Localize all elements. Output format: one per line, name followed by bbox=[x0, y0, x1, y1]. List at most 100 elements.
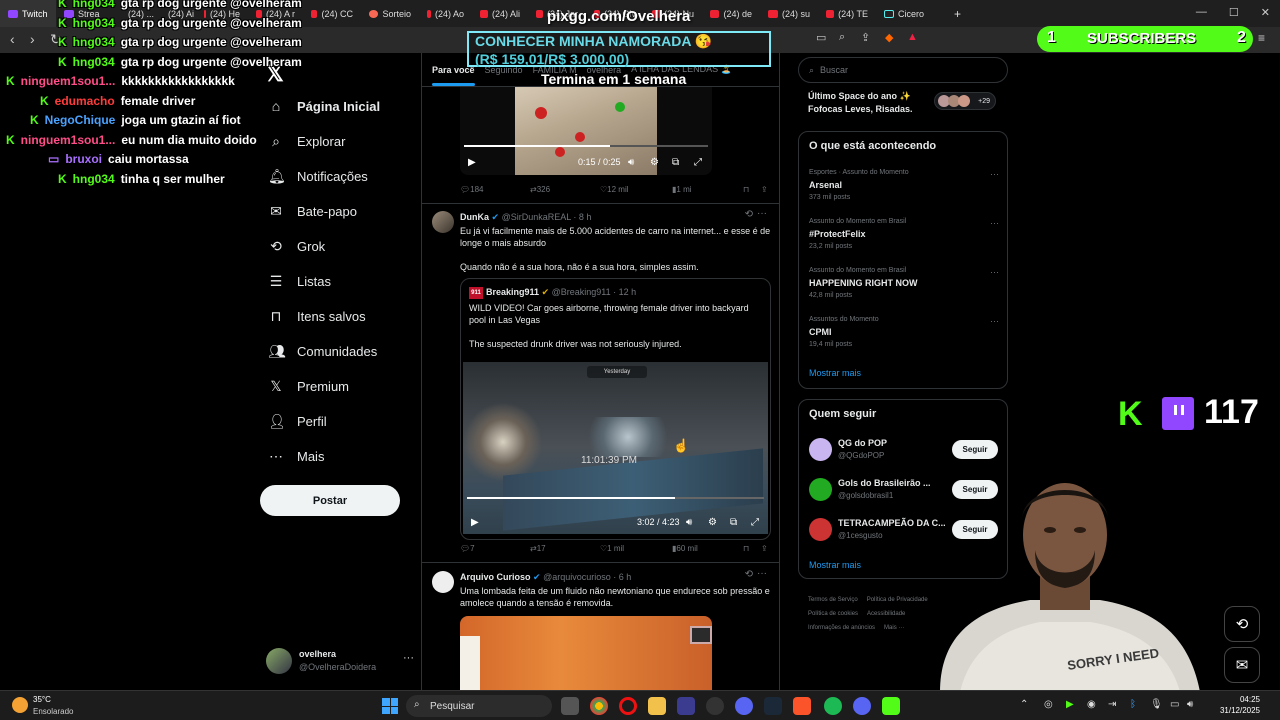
volume-icon[interactable]: 🔊︎ bbox=[628, 157, 634, 168]
settings-icon[interactable]: ⚙ bbox=[708, 517, 717, 528]
nav-item-x[interactable]: 𝕏 Premium bbox=[268, 378, 349, 395]
volume-icon[interactable]: 🔊︎ bbox=[1187, 699, 1193, 710]
close-button[interactable]: ✕ bbox=[1261, 6, 1270, 19]
folder-icon[interactable] bbox=[648, 697, 666, 715]
volume-icon[interactable]: 🔊︎ bbox=[686, 517, 692, 528]
nav-item-people[interactable]: 👥︎ Comunidades bbox=[268, 343, 377, 360]
bluetooth-icon[interactable]: ᛒ bbox=[1130, 699, 1136, 710]
video-player[interactable]: Yesterday 11:01:39 PM ☝ ▶ 3:02 / 4:23 🔊︎… bbox=[463, 362, 768, 534]
more-icon[interactable]: ··· bbox=[990, 218, 999, 228]
more-icon[interactable]: ··· bbox=[990, 267, 999, 277]
trend-item[interactable]: Esportes · Assunto do Momento Arsenal 373 … bbox=[809, 169, 999, 201]
play-icon[interactable]: ▶ bbox=[468, 157, 476, 168]
retweet-button[interactable]: ⇄ 17 bbox=[530, 544, 546, 553]
browser-tab[interactable]: (24) de bbox=[702, 0, 760, 27]
nav-item-bookmark[interactable]: ⊓ Itens salvos bbox=[268, 308, 366, 325]
tray-icon[interactable]: ◉ bbox=[1087, 699, 1096, 710]
tray-icon[interactable]: ◎ bbox=[1044, 699, 1053, 710]
reply-button[interactable]: 💬︎ 7 bbox=[460, 544, 475, 553]
browser-tab[interactable]: (24) CC bbox=[303, 0, 361, 27]
tweet-image[interactable] bbox=[460, 616, 712, 693]
views-button[interactable]: ▮ 60 mil bbox=[672, 544, 698, 553]
account-switcher[interactable]: ovelhera @OvelheraDoidera ··· bbox=[266, 648, 416, 678]
space-card[interactable]: Último Space do ano ✨ Fofocas Leves, Ris… bbox=[798, 83, 1008, 117]
nav-item-more-circle[interactable]: ⋯ Mais bbox=[268, 448, 324, 465]
nav-item-list[interactable]: ☰ Listas bbox=[268, 273, 331, 290]
footer-link[interactable]: Informações de anúncios bbox=[808, 625, 875, 631]
browser-tab[interactable]: Twitch bbox=[0, 0, 56, 27]
tray-icon[interactable]: ⇥ bbox=[1108, 699, 1116, 710]
brave-rewards-icon[interactable]: ▲ bbox=[907, 31, 918, 43]
discord-icon[interactable] bbox=[853, 697, 871, 715]
tray-icon[interactable]: ▶ bbox=[1066, 699, 1074, 710]
more-icon[interactable]: ··· bbox=[757, 568, 767, 579]
task-view-icon[interactable] bbox=[561, 697, 579, 715]
bookmark-icon[interactable]: ⊓ bbox=[743, 185, 749, 194]
share-icon[interactable]: ⇪ bbox=[861, 31, 870, 44]
nav-item-search[interactable]: ⌕ Explorar bbox=[268, 133, 345, 150]
browser-tab[interactable]: (24) Ao bbox=[419, 0, 472, 27]
browser-tab[interactable]: (24) su bbox=[760, 0, 818, 27]
nav-item-mail[interactable]: ✉ Bate-papo bbox=[268, 203, 357, 220]
menu-icon[interactable]: ≡ bbox=[1258, 31, 1265, 45]
tweet-author[interactable]: DunKa ✔ @SirDunkaREAL · 8 h bbox=[460, 212, 591, 223]
more-icon[interactable]: ··· bbox=[403, 652, 414, 664]
video-progress[interactable] bbox=[467, 497, 764, 499]
forward-icon[interactable]: › bbox=[30, 31, 35, 47]
nav-item-person[interactable]: 👤︎ Perfil bbox=[268, 413, 327, 430]
avatar[interactable] bbox=[432, 211, 454, 233]
show-more-link[interactable]: Mostrar mais bbox=[809, 368, 861, 378]
messages-float-button[interactable]: ✉ bbox=[1224, 647, 1260, 683]
browser-tab[interactable]: (24) Ali bbox=[472, 0, 528, 27]
views-button[interactable]: ▮ 1 mi bbox=[672, 185, 692, 194]
grok-icon[interactable]: ⟲ bbox=[745, 209, 753, 220]
post-button[interactable]: Postar bbox=[260, 485, 400, 516]
reply-button[interactable]: 💬︎ 184 bbox=[460, 185, 484, 194]
nav-item-grok[interactable]: ⟲ Grok bbox=[268, 238, 325, 255]
tray-chevron-icon[interactable]: ⌃ bbox=[1020, 699, 1028, 710]
footer-link[interactable]: Política de cookies bbox=[808, 611, 858, 617]
zoom-icon[interactable]: ⌕ bbox=[839, 31, 845, 44]
video-progress[interactable] bbox=[464, 145, 708, 147]
spotify-icon[interactable] bbox=[824, 697, 842, 715]
play-icon[interactable]: ▶ bbox=[471, 517, 479, 528]
app-icon[interactable] bbox=[677, 697, 695, 715]
start-button[interactable] bbox=[382, 698, 398, 714]
brave-icon[interactable] bbox=[793, 697, 811, 715]
chrome-icon[interactable] bbox=[590, 697, 608, 715]
maximize-button[interactable]: ☐ bbox=[1229, 6, 1239, 19]
app-icon[interactable] bbox=[735, 697, 753, 715]
more-icon[interactable]: ··· bbox=[757, 208, 767, 219]
tweet-author[interactable]: Arquivo Curioso ✔ @arquivocurioso · 6 h bbox=[460, 572, 631, 583]
taskbar-search[interactable]: ⌕ Pesquisar bbox=[406, 695, 552, 717]
like-button[interactable]: ♡ 1 mil bbox=[600, 544, 624, 553]
browser-tab[interactable]: Cicero bbox=[876, 0, 946, 27]
more-icon[interactable]: ··· bbox=[990, 169, 999, 179]
back-icon[interactable]: ‹ bbox=[10, 31, 15, 47]
nav-item-bell[interactable]: 🔔︎ Notificações bbox=[268, 168, 368, 185]
clock[interactable]: 04:25 31/12/2025 bbox=[1208, 694, 1260, 716]
settings-icon[interactable]: ⚙ bbox=[650, 157, 659, 168]
pip-icon[interactable]: ⧉ bbox=[672, 157, 679, 168]
trend-item[interactable]: Assunto do Momento em Brasil HAPPENING RI… bbox=[809, 267, 999, 299]
more-icon[interactable]: ··· bbox=[990, 316, 999, 326]
follow-button[interactable]: Seguir bbox=[952, 440, 998, 459]
steam-icon[interactable] bbox=[764, 697, 782, 715]
fullscreen-icon[interactable]: ⤢ bbox=[694, 157, 702, 168]
grok-icon[interactable]: ⟲ bbox=[745, 569, 753, 580]
minimize-button[interactable]: — bbox=[1196, 6, 1207, 19]
footer-link[interactable]: Termos de Serviço bbox=[808, 597, 858, 603]
share-icon[interactable]: ⇪ bbox=[761, 185, 768, 194]
share-icon[interactable]: ⇪ bbox=[761, 544, 768, 553]
like-button[interactable]: ♡ 12 mil bbox=[600, 185, 629, 194]
search-input[interactable]: ⌕ Buscar bbox=[798, 57, 1008, 83]
fullscreen-icon[interactable]: ⤢ bbox=[751, 517, 759, 528]
browser-tab[interactable]: Sorteio bbox=[361, 0, 419, 27]
browser-tab[interactable]: (24) TE bbox=[818, 0, 876, 27]
obs-icon[interactable] bbox=[706, 697, 724, 715]
network-icon[interactable]: ▭ bbox=[1170, 699, 1179, 710]
opera-icon[interactable] bbox=[619, 697, 637, 715]
avatar[interactable] bbox=[432, 571, 454, 593]
new-tab-button[interactable]: + bbox=[954, 7, 961, 21]
follow-suggestion[interactable]: QG do POP @QGdoPOP Seguir bbox=[809, 438, 999, 466]
